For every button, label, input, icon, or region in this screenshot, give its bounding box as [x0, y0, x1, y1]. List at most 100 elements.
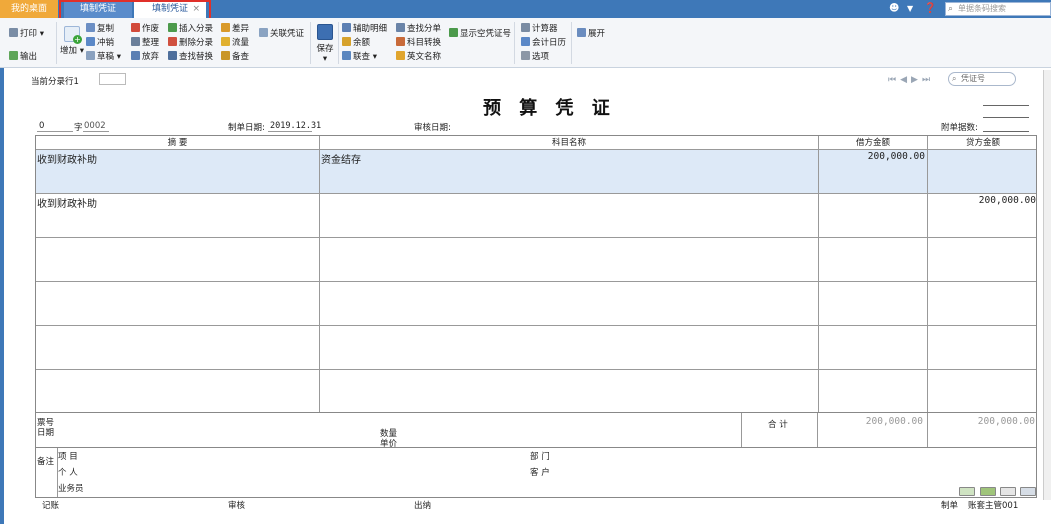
- print-button[interactable]: 打印 ▾: [9, 28, 44, 40]
- delete-row-icon: [168, 37, 177, 46]
- row1-debit[interactable]: 200,000.00: [819, 151, 925, 162]
- void-button[interactable]: 作废: [131, 23, 159, 35]
- calculator-icon: [521, 23, 530, 32]
- col-summary: 摘 要: [167, 138, 188, 148]
- draft-icon: [86, 51, 95, 60]
- barcode-search-input[interactable]: ⌕ 单据条码搜索: [945, 2, 1051, 16]
- department-label[interactable]: 部 门: [530, 450, 550, 462]
- highlight-box: [59, 0, 211, 20]
- export-icon: [9, 51, 18, 60]
- find-replace-button[interactable]: 查找替换: [168, 51, 213, 63]
- customer-label[interactable]: 客 户: [530, 466, 550, 478]
- col-credit: 贷方金额: [965, 138, 1000, 148]
- account-convert-button[interactable]: 科目转换: [396, 37, 441, 49]
- user-icon[interactable]: ☻: [889, 1, 899, 17]
- cashflow-button[interactable]: 流量: [221, 37, 249, 49]
- link-voucher-icon: [259, 28, 268, 37]
- void-icon: [131, 23, 140, 32]
- cashflow-icon: [221, 37, 230, 46]
- voucher-title: 预 算 凭 证: [483, 98, 616, 119]
- row2-summary[interactable]: 收到财政补助: [37, 195, 97, 210]
- joint-query-icon: [342, 51, 351, 60]
- balance-button[interactable]: 余额: [342, 37, 370, 49]
- search-icon: ⌕: [948, 4, 954, 14]
- english-name-icon: [396, 51, 405, 60]
- voucher-type-value[interactable]: 0: [39, 121, 44, 131]
- add-button[interactable]: + 增加 ▾: [60, 26, 84, 56]
- help-icon[interactable]: ❓: [924, 1, 936, 17]
- reverse-icon: [86, 37, 95, 46]
- last-record-icon[interactable]: ⏭: [922, 75, 934, 85]
- copy-icon: [86, 23, 95, 32]
- voucher-entry-grid: 摘 要 科目名称 借方金额 贷方金额 收到财政补助 资金结存 200,000.0…: [35, 135, 1037, 413]
- link-voucher-button[interactable]: 关联凭证: [259, 28, 304, 40]
- current-entry-row-label: 当前分录行1: [31, 77, 79, 87]
- next-record-icon[interactable]: ▶: [911, 75, 922, 85]
- accounting-calendar-button[interactable]: 会计日历: [521, 37, 566, 49]
- reverse-button[interactable]: 冲销: [86, 37, 114, 49]
- col-debit: 借方金额: [855, 138, 890, 148]
- audit-label: 审核: [228, 501, 246, 511]
- variance-button[interactable]: 差异: [221, 23, 249, 35]
- options-button[interactable]: 选项: [521, 51, 549, 63]
- status-icon-2[interactable]: [980, 487, 996, 496]
- aux-detail-button[interactable]: 辅助明细: [342, 23, 387, 35]
- printer-icon: [9, 28, 18, 37]
- memo-button[interactable]: 备查: [221, 51, 249, 63]
- status-icon-3[interactable]: [1000, 487, 1016, 496]
- date-label: 制单日期:: [228, 123, 265, 133]
- status-icon-1[interactable]: [959, 487, 975, 496]
- save-disk-icon: [317, 24, 333, 40]
- expand-button[interactable]: 展开: [577, 28, 605, 40]
- find-replace-icon: [168, 51, 177, 60]
- options-icon: [521, 51, 530, 60]
- account-convert-icon: [396, 37, 405, 46]
- show-empty-voucher-icon: [449, 28, 458, 37]
- audit-date-label: 审核日期:: [414, 123, 451, 133]
- joint-query-button[interactable]: 联查 ▾: [342, 51, 377, 63]
- first-record-icon[interactable]: ⏮: [888, 75, 900, 85]
- tab-home[interactable]: 我的桌面: [0, 0, 58, 18]
- ticket-date-label: 日期: [37, 428, 55, 438]
- vertical-scrollbar[interactable]: [1043, 70, 1051, 500]
- delete-entry-button[interactable]: 删除分录: [168, 37, 213, 49]
- row2-credit[interactable]: 200,000.00: [928, 195, 1036, 206]
- copy-button[interactable]: 复制: [86, 23, 114, 35]
- total-credit: 200,000.00: [977, 416, 1035, 427]
- prev-record-icon[interactable]: ◀: [900, 75, 911, 85]
- aux-detail-icon: [342, 23, 351, 32]
- cashier-label: 出纳: [414, 501, 432, 511]
- export-button[interactable]: 输出: [9, 51, 37, 63]
- row1-account[interactable]: 资金结存: [321, 151, 361, 166]
- calculator-button[interactable]: 计算器: [521, 23, 558, 35]
- save-button[interactable]: 保存 ▾: [313, 24, 337, 64]
- tidy-button[interactable]: 整理: [131, 37, 159, 49]
- salesman-label[interactable]: 业务员: [58, 482, 84, 494]
- voucher-number-search[interactable]: ⌕ 凭证号: [948, 72, 1016, 86]
- find-entry-button[interactable]: 查找分单: [396, 23, 441, 35]
- chevron-down-icon[interactable]: ▼: [907, 1, 913, 17]
- draft-button[interactable]: 草稿 ▾: [86, 51, 121, 63]
- show-empty-voucher-button[interactable]: 显示空凭证号: [449, 28, 511, 40]
- project-label[interactable]: 项 目: [58, 450, 78, 462]
- calendar-icon: [521, 37, 530, 46]
- insert-entry-button[interactable]: 插入分录: [168, 23, 213, 35]
- voucher-word-label: 字: [74, 123, 83, 133]
- balance-icon: [342, 37, 351, 46]
- discard-icon: [131, 51, 140, 60]
- row1-summary[interactable]: 收到财政补助: [37, 151, 97, 166]
- remark-label: 备注: [37, 457, 55, 467]
- total-label: 合 计: [768, 420, 788, 430]
- discard-button[interactable]: 放弃: [131, 51, 159, 63]
- date-value[interactable]: 2019.12.31: [270, 121, 321, 131]
- tidy-icon: [131, 37, 140, 46]
- add-doc-icon: +: [64, 26, 82, 44]
- voucher-number[interactable]: 0002: [84, 121, 106, 131]
- english-name-button[interactable]: 英文名称: [396, 51, 441, 63]
- left-edge: [0, 68, 4, 524]
- person-label[interactable]: 个 人: [58, 466, 78, 478]
- preparer-name: 账套主管001: [968, 501, 1019, 511]
- status-icon-4[interactable]: [1020, 487, 1036, 496]
- current-entry-row-input[interactable]: [99, 73, 126, 85]
- preparer-label: 制单: [941, 501, 959, 511]
